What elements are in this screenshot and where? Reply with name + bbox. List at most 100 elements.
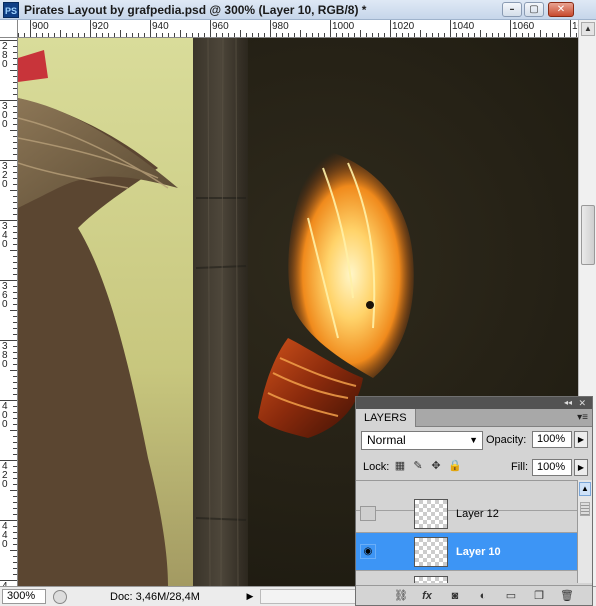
status-info-icon[interactable] [53,590,67,604]
scroll-grip[interactable] [580,502,590,516]
tab-layers[interactable]: LAYERS [356,409,416,427]
vertical-ruler[interactable]: 2 8 0 3 0 0 3 2 0 3 4 0 3 6 0 3 8 0 4 0 0 4 2 0… [0,38,18,586]
layer-row-partial-bottom[interactable] [356,572,577,583]
status-menu-arrow-icon[interactable]: ▶ [244,589,256,604]
blend-mode-value: Normal [367,433,406,447]
ruler-tick [192,33,193,37]
ruler-tick [42,33,43,37]
ruler-tick [300,30,301,37]
ruler-tick [156,33,157,37]
ruler-tick [60,30,61,37]
ruler-tick [13,208,17,209]
layer-list-scrollbar[interactable]: ▲ [577,480,592,583]
close-icon: ✕ [556,4,566,15]
layer-thumbnail [414,537,448,567]
layer-name[interactable]: Layer 10 [456,546,501,558]
ruler-tick [13,388,17,389]
ruler-tick [426,33,427,37]
close-button[interactable]: ✕ [548,2,574,17]
ruler-tick [13,526,17,527]
ruler-tick [13,232,17,233]
ruler-tick [408,33,409,37]
ruler-tick [486,33,487,37]
ruler-origin[interactable] [0,20,18,38]
ruler-tick [13,508,17,509]
ruler-tick [414,33,415,37]
panel-header-bar[interactable]: ◂◂ ✕ [356,397,592,409]
lock-transparency-icon[interactable]: ▦ [394,460,406,472]
ruler-tick [282,33,283,37]
ruler-tick [18,33,19,37]
zoom-level-field[interactable]: 300% [2,589,46,604]
lock-all-padlock-icon[interactable]: 🔒 [448,460,462,472]
new-layer-icon[interactable]: ❐ [532,589,546,603]
ruler-label: 1000 [332,21,355,32]
ruler-tick [10,370,17,371]
ruler-tick [390,20,391,37]
horizontal-scrollbar[interactable] [260,589,356,604]
restore-button[interactable]: ▢ [524,2,544,17]
minimize-button[interactable]: – [502,2,522,17]
ruler-tick [162,33,163,37]
ruler-tick [13,58,17,59]
ruler-tick [13,124,17,125]
ruler-tick [420,30,421,37]
document-size-info: Doc: 3,46M/28,4M [110,591,200,603]
fill-field[interactable]: 100% [532,459,572,476]
ruler-tick [270,20,271,37]
add-mask-icon[interactable]: ◙ [448,589,462,603]
collapse-icon[interactable]: ◂◂ [564,397,572,409]
ruler-tick [480,30,481,37]
layer-row[interactable]: ◉ Layer 10 [356,533,577,571]
blend-mode-select[interactable]: Normal ▼ [361,431,483,450]
photoshop-app-icon[interactable]: PS [3,2,19,18]
visibility-toggle[interactable] [360,506,376,521]
ruler-label: 1020 [392,21,415,32]
ruler-tick [10,250,17,251]
horizontal-ruler[interactable]: 90092094096098010001020104010601080 [18,20,578,38]
ruler-tick [180,30,181,37]
link-layers-icon[interactable]: ⛓ [394,589,408,603]
ruler-tick [13,406,17,407]
scroll-thumb[interactable] [581,205,595,265]
opacity-slider-arrow-icon[interactable]: ▶ [574,431,588,448]
lock-position-move-icon[interactable]: ✥ [430,460,442,472]
ruler-tick [120,30,121,37]
ruler-tick [13,244,17,245]
delete-layer-trash-icon[interactable]: 🗑 [560,589,574,603]
ruler-tick [10,310,17,311]
ruler-tick [132,33,133,37]
ruler-tick [498,33,499,37]
ruler-tick [456,33,457,37]
layer-row[interactable]: Layer 12 [356,495,577,533]
new-group-folder-icon[interactable]: ▭ [504,589,518,603]
ruler-tick [13,154,17,155]
ruler-tick [552,33,553,37]
ruler-label: 3 0 0 [2,101,8,130]
layer-style-fx-icon[interactable]: fx [420,589,434,603]
ruler-tick [312,33,313,37]
ruler-tick [210,20,211,37]
layer-name[interactable]: Layer 12 [456,508,499,520]
ruler-tick [10,130,17,131]
ruler-tick [168,33,169,37]
ruler-tick [13,106,17,107]
scroll-up-icon[interactable]: ▲ [579,482,591,496]
ruler-tick [13,214,17,215]
panel-close-icon[interactable]: ✕ [578,397,586,409]
ruler-tick [102,33,103,37]
ruler-tick [24,33,25,37]
ruler-tick [13,328,17,329]
ruler-tick [13,448,17,449]
scroll-up-button[interactable]: ▲ [581,22,595,36]
fill-slider-arrow-icon[interactable]: ▶ [574,459,588,476]
ruler-label: 940 [152,21,169,32]
lock-image-brush-icon[interactable]: ✎ [412,460,424,472]
panel-menu-icon[interactable]: ▾≡ [577,412,588,423]
ruler-label: 1040 [452,21,475,32]
eye-visibility-icon[interactable]: ◉ [360,544,376,559]
adjustment-layer-icon[interactable]: ◐ [476,589,490,603]
opacity-field[interactable]: 100% [532,431,572,448]
ruler-tick [13,184,17,185]
ruler-tick [360,30,361,37]
